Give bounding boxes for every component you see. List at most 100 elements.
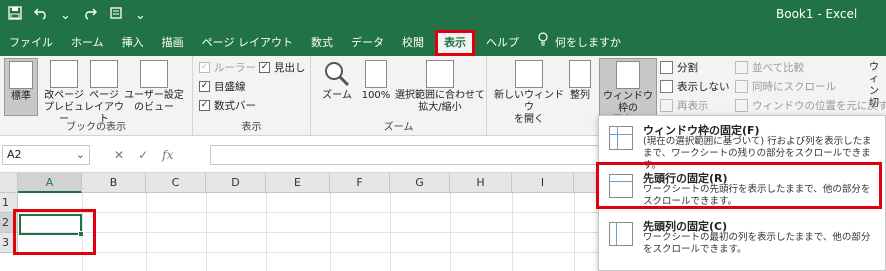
column-header-H[interactable]: H bbox=[450, 173, 512, 193]
group-show: ✓ ルーラー ✓ 見出し ✓ 目盛線 ✓ 数式バー 表示 bbox=[193, 56, 311, 136]
page-break-preview-icon bbox=[50, 60, 78, 88]
unhide-button[interactable]: 再表示 bbox=[660, 97, 709, 114]
menu-item-freeze-panes[interactable]: ウィンドウ枠の固定(F) (現在の選択範囲に基づいて) 行および列を表示したまま… bbox=[599, 118, 885, 171]
lightbulb-icon bbox=[537, 30, 549, 56]
name-box-dropdown-icon[interactable]: ⌄ bbox=[76, 146, 85, 164]
arrange-all-icon bbox=[569, 60, 591, 88]
cancel-icon[interactable]: ✕ bbox=[114, 148, 124, 162]
gridlines-check-icon: ✓ bbox=[199, 81, 210, 92]
highlight-box-cell bbox=[13, 209, 96, 255]
save-icon[interactable] bbox=[8, 6, 22, 26]
customize-qat-icon[interactable]: ⌄ bbox=[135, 7, 146, 25]
tab-data[interactable]: データ bbox=[342, 30, 393, 56]
group-zoom: ズーム 100% 選択範囲に合わせて 拡大/縮小 ズーム bbox=[311, 56, 487, 136]
hide-label: 表示しない bbox=[677, 81, 730, 93]
unhide-label: 再表示 bbox=[677, 100, 709, 112]
col-divider bbox=[574, 193, 575, 271]
select-all-corner[interactable] bbox=[0, 173, 18, 193]
sync-scroll-button[interactable]: 同時にスクロール bbox=[735, 78, 836, 95]
tab-view[interactable]: 表示 bbox=[434, 30, 475, 56]
tab-file[interactable]: ファイル bbox=[0, 30, 62, 56]
enter-icon[interactable]: ✓ bbox=[138, 148, 148, 162]
group-label-workbook-views: ブックの表示 bbox=[66, 122, 126, 133]
view-side-by-side-label: 並べて比較 bbox=[752, 62, 805, 74]
zoom-100-button[interactable]: 100% bbox=[359, 58, 393, 116]
col-divider bbox=[390, 193, 391, 271]
menu-item-freeze-first-column[interactable]: 先頭列の固定(C) ワークシートの最初の列を表示したままで、他の部分をスクロール… bbox=[599, 214, 885, 260]
highlight-box-menu bbox=[596, 162, 882, 209]
ruler-check-icon: ✓ bbox=[199, 62, 210, 73]
zoom-to-selection-button[interactable]: 選択範囲に合わせて 拡大/縮小 bbox=[395, 58, 485, 116]
menu-item-freeze-first-column-desc: ワークシートの最初の列を表示したままで、他の部分をスクロールできます。 bbox=[643, 232, 871, 255]
formula-bar-label: 数式バー bbox=[214, 100, 256, 112]
reset-window-position-button[interactable]: ウィンドウの位置を元に戻す bbox=[735, 97, 886, 114]
tab-home[interactable]: ホーム bbox=[62, 30, 113, 56]
ruler-checkbox[interactable]: ✓ ルーラー bbox=[199, 59, 256, 76]
tab-formulas[interactable]: 数式 bbox=[302, 30, 342, 56]
page-layout-view-button[interactable]: ページ レイアウト bbox=[80, 58, 128, 125]
col-divider bbox=[266, 193, 267, 271]
formula-input[interactable] bbox=[210, 145, 600, 165]
arrow-right-icon[interactable] bbox=[83, 6, 97, 26]
sync-scroll-icon bbox=[735, 80, 748, 93]
col-divider bbox=[146, 193, 147, 271]
insert-function-icon[interactable]: fx bbox=[162, 148, 173, 162]
reset-position-icon bbox=[735, 99, 748, 112]
column-header-B[interactable]: B bbox=[82, 173, 146, 193]
tab-insert[interactable]: 挿入 bbox=[113, 30, 153, 56]
headings-checkbox[interactable]: ✓ 見出し bbox=[259, 59, 306, 76]
tab-draw[interactable]: 描画 bbox=[153, 30, 193, 56]
tab-review[interactable]: 校閲 bbox=[393, 30, 433, 56]
column-header-F[interactable]: F bbox=[330, 173, 390, 193]
quick-access-toolbar: ⌄ ⌄ bbox=[8, 6, 146, 26]
column-header-C[interactable]: C bbox=[146, 173, 206, 193]
undo-dropdown-icon[interactable]: ⌄ bbox=[60, 7, 71, 25]
col-divider bbox=[450, 193, 451, 271]
freeze-panes-icon bbox=[616, 61, 640, 89]
gridlines-label: 目盛線 bbox=[214, 81, 246, 93]
split-icon bbox=[660, 61, 673, 74]
tell-me-box[interactable]: 何をしますか bbox=[528, 30, 630, 56]
normal-view-button[interactable]: 標準 bbox=[4, 58, 38, 116]
ruler-label: ルーラー bbox=[214, 62, 256, 74]
formula-buttons: ✕ ✓ fx bbox=[96, 145, 208, 165]
print-preview-icon[interactable] bbox=[109, 6, 123, 26]
column-header-I[interactable]: I bbox=[512, 173, 574, 193]
custom-views-button[interactable]: ユーザー設定 のビュー bbox=[122, 58, 186, 116]
col-divider bbox=[512, 193, 513, 271]
headings-check-icon: ✓ bbox=[259, 62, 270, 73]
page-layout-view-icon bbox=[90, 60, 118, 88]
hide-icon bbox=[660, 80, 673, 93]
split-label: 分割 bbox=[677, 62, 698, 74]
custom-views-icon bbox=[140, 60, 168, 88]
new-window-button[interactable]: 新しいウィンドウ を開く bbox=[493, 58, 565, 125]
ribbon-tabs: ファイル ホーム 挿入 描画 ページ レイアウト 数式 データ 校閲 表示 ヘル… bbox=[0, 30, 886, 56]
name-box[interactable]: A2 ⌄ bbox=[2, 145, 90, 165]
magnifier-icon bbox=[323, 60, 351, 88]
arrange-all-label: 整列 bbox=[570, 90, 590, 101]
col-divider bbox=[330, 193, 331, 271]
undo-icon[interactable] bbox=[34, 6, 48, 26]
freeze-panes-menu-icon bbox=[609, 126, 633, 150]
hide-button[interactable]: 表示しない bbox=[660, 78, 730, 95]
zoom-button[interactable]: ズーム bbox=[317, 58, 357, 116]
column-header-D[interactable]: D bbox=[206, 173, 266, 193]
switch-windows-label[interactable]: ウィ ン 切 bbox=[869, 62, 886, 110]
name-box-value: A2 bbox=[7, 148, 22, 161]
formula-bar-checkbox[interactable]: ✓ 数式バー bbox=[199, 97, 256, 114]
column-header-E[interactable]: E bbox=[266, 173, 330, 193]
column-header-A[interactable]: A bbox=[18, 173, 82, 193]
tab-help[interactable]: ヘルプ bbox=[477, 30, 528, 56]
view-side-by-side-button[interactable]: 並べて比較 bbox=[735, 59, 804, 76]
freeze-panes-button[interactable]: ウィンドウ枠の 固定 ⌄ bbox=[599, 58, 657, 126]
split-button[interactable]: 分割 bbox=[660, 59, 698, 76]
gridlines-checkbox[interactable]: ✓ 目盛線 bbox=[199, 78, 246, 95]
group-label-zoom: ズーム bbox=[383, 122, 414, 133]
tab-page-layout[interactable]: ページ レイアウト bbox=[193, 30, 302, 56]
column-header-G[interactable]: G bbox=[390, 173, 450, 193]
sync-scroll-label: 同時にスクロール bbox=[752, 81, 836, 93]
arrange-all-button[interactable]: 整列 bbox=[565, 58, 595, 116]
group-label-show: 表示 bbox=[241, 122, 262, 133]
title-bar: ⌄ ⌄ Book1 - Excel bbox=[0, 0, 886, 30]
zoom-100-label: 100% bbox=[361, 90, 391, 101]
